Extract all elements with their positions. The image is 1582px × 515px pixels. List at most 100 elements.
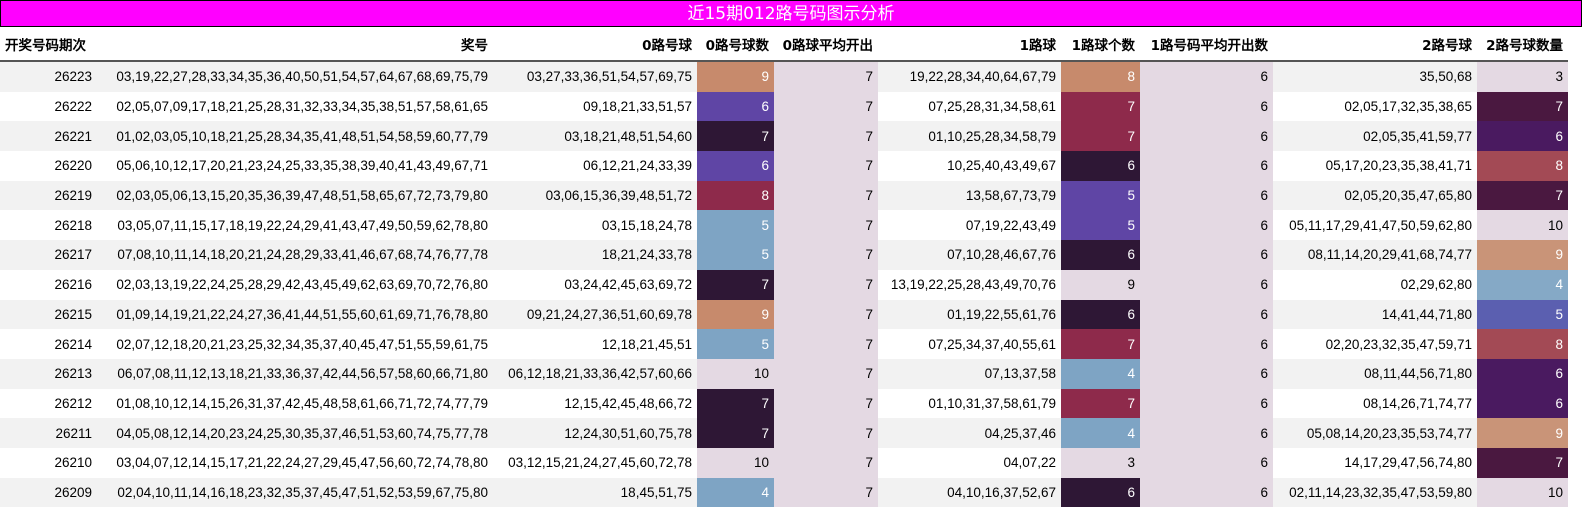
cell-route2-count: 6 [1477,358,1568,389]
cell-route1-balls: 01,10,31,37,58,61,79 [878,388,1061,419]
cell-route0-balls: 18,45,51,75 [493,477,697,508]
cell-route1-balls: 10,25,40,43,49,67 [878,151,1061,181]
cell-route1-balls: 04,07,22 [878,447,1061,478]
cell-route2-balls: 02,05,20,35,47,65,80 [1273,180,1477,211]
table-row: 26211 04,05,08,12,14,20,23,24,25,30,35,37… [0,418,1568,448]
cell-route2-balls: 02,11,14,23,32,35,47,53,59,80 [1273,477,1477,508]
cell-route2-count: 5 [1477,299,1568,330]
table-row: 26212 01,08,10,12,14,15,26,31,37,42,45,48… [0,388,1568,419]
cell-route1-avg: 6 [1140,447,1273,478]
cell-issue: 26217 [0,240,97,270]
analysis-table: 开奖号码期次 奖号 0路号球 0路号球数 0路球平均开出 1路球 1路球个数 1… [0,27,1568,508]
cell-route0-count: 5 [697,329,774,359]
cell-route0-balls: 06,12,18,21,33,36,42,57,60,66 [493,358,697,389]
cell-route1-avg: 6 [1140,210,1273,241]
cell-route0-balls: 12,18,21,45,51 [493,329,697,359]
cell-issue: 26215 [0,299,97,330]
table-row: 26215 01,09,14,19,21,22,24,27,36,41,44,51… [0,299,1568,330]
header-issue: 开奖号码期次 [0,27,97,62]
cell-route0-avg: 7 [774,447,878,478]
table-row: 26217 07,08,10,11,14,18,20,21,24,28,29,33… [0,240,1568,270]
cell-numbers: 07,08,10,11,14,18,20,21,24,28,29,33,41,4… [97,240,493,270]
cell-route0-balls: 03,24,42,45,63,69,72 [493,269,697,300]
cell-numbers: 02,04,10,11,14,16,18,23,32,35,37,45,47,5… [97,477,493,508]
cell-route0-count: 7 [697,269,774,300]
cell-route1-balls: 07,25,28,31,34,58,61 [878,91,1061,122]
cell-route0-balls: 03,12,15,21,24,27,45,60,72,78 [493,447,697,478]
cell-route1-balls: 19,22,28,34,40,64,67,79 [878,61,1061,92]
cell-issue: 26220 [0,151,97,181]
table-row: 26222 02,05,07,09,17,18,21,25,28,31,32,33… [0,91,1568,122]
cell-route1-avg: 6 [1140,91,1273,122]
table-row: 26213 06,07,08,11,12,13,18,21,33,36,37,42… [0,358,1568,389]
cell-issue: 26219 [0,180,97,211]
table-row: 26216 02,03,13,19,22,24,25,28,29,42,43,45… [0,269,1568,300]
cell-route0-count: 7 [697,388,774,419]
cell-route2-count: 8 [1477,151,1568,181]
cell-route1-avg: 6 [1140,358,1273,389]
cell-numbers: 05,06,10,12,17,20,21,23,24,25,33,35,38,3… [97,151,493,181]
cell-issue: 26216 [0,269,97,300]
cell-numbers: 06,07,08,11,12,13,18,21,33,36,37,42,44,5… [97,358,493,389]
cell-route1-count: 7 [1061,91,1140,122]
cell-route1-count: 7 [1061,329,1140,359]
cell-route0-avg: 7 [774,151,878,181]
cell-route1-balls: 04,25,37,46 [878,418,1061,448]
cell-route2-balls: 05,17,20,23,35,38,41,71 [1273,151,1477,181]
cell-route0-count: 5 [697,210,774,241]
cell-issue: 26212 [0,388,97,419]
cell-route2-count: 6 [1477,388,1568,419]
cell-route0-count: 9 [697,61,774,92]
page-title: 近15期012路号码图示分析 [0,0,1582,27]
cell-route2-balls: 05,11,17,29,41,47,50,59,62,80 [1273,210,1477,241]
cell-route0-avg: 7 [774,180,878,211]
table-row: 26220 05,06,10,12,17,20,21,23,24,25,33,35… [0,151,1568,181]
cell-issue: 26211 [0,418,97,448]
cell-issue: 26223 [0,61,97,92]
table-row: 26221 01,02,03,05,10,18,21,25,28,34,35,41… [0,121,1568,152]
cell-route0-balls: 06,12,21,24,33,39 [493,151,697,181]
cell-route0-avg: 7 [774,91,878,122]
cell-route1-balls: 07,19,22,43,49 [878,210,1061,241]
cell-route0-count: 5 [697,240,774,270]
header-route1-avg: 1路号码平均开出数 [1140,27,1273,62]
cell-route1-balls: 01,19,22,55,61,76 [878,299,1061,330]
cell-route1-avg: 6 [1140,61,1273,92]
header-numbers: 奖号 [97,27,493,62]
cell-issue: 26218 [0,210,97,241]
cell-route1-count: 5 [1061,180,1140,211]
cell-route1-balls: 07,13,37,58 [878,358,1061,389]
cell-route1-avg: 6 [1140,388,1273,419]
cell-route1-balls: 07,25,34,37,40,55,61 [878,329,1061,359]
cell-route0-balls: 03,06,15,36,39,48,51,72 [493,180,697,211]
cell-route0-balls: 03,15,18,24,78 [493,210,697,241]
cell-route2-balls: 05,08,14,20,23,35,53,74,77 [1273,418,1477,448]
cell-route2-balls: 02,20,23,32,35,47,59,71 [1273,329,1477,359]
table-header-row: 开奖号码期次 奖号 0路号球 0路号球数 0路球平均开出 1路球 1路球个数 1… [0,27,1568,62]
cell-route2-balls: 02,05,35,41,59,77 [1273,121,1477,152]
cell-route2-balls: 08,11,44,56,71,80 [1273,358,1477,389]
header-route0-avg: 0路球平均开出 [774,27,878,62]
table-row: 26214 02,07,12,18,20,21,23,25,32,34,35,37… [0,329,1568,359]
cell-route1-avg: 6 [1140,299,1273,330]
cell-numbers: 01,09,14,19,21,22,24,27,36,41,44,51,55,6… [97,299,493,330]
header-route2-count: 2路号球数量 [1477,27,1568,62]
cell-route0-count: 8 [697,180,774,211]
cell-numbers: 02,05,07,09,17,18,21,25,28,31,32,33,34,3… [97,91,493,122]
cell-route0-balls: 03,18,21,48,51,54,60 [493,121,697,152]
cell-route0-avg: 7 [774,477,878,508]
cell-route2-count: 4 [1477,269,1568,300]
cell-issue: 26213 [0,358,97,389]
cell-route1-count: 4 [1061,418,1140,448]
cell-route2-count: 7 [1477,447,1568,478]
cell-route1-avg: 6 [1140,151,1273,181]
cell-route0-avg: 7 [774,329,878,359]
cell-route0-balls: 09,18,21,33,51,57 [493,91,697,122]
cell-route1-avg: 6 [1140,240,1273,270]
cell-route1-count: 6 [1061,240,1140,270]
cell-route1-balls: 07,10,28,46,67,76 [878,240,1061,270]
cell-numbers: 03,04,07,12,14,15,17,21,22,24,27,29,45,4… [97,447,493,478]
table-row: 26219 02,03,05,06,13,15,20,35,36,39,47,48… [0,180,1568,211]
cell-numbers: 01,08,10,12,14,15,26,31,37,42,45,48,58,6… [97,388,493,419]
cell-route0-avg: 7 [774,121,878,152]
